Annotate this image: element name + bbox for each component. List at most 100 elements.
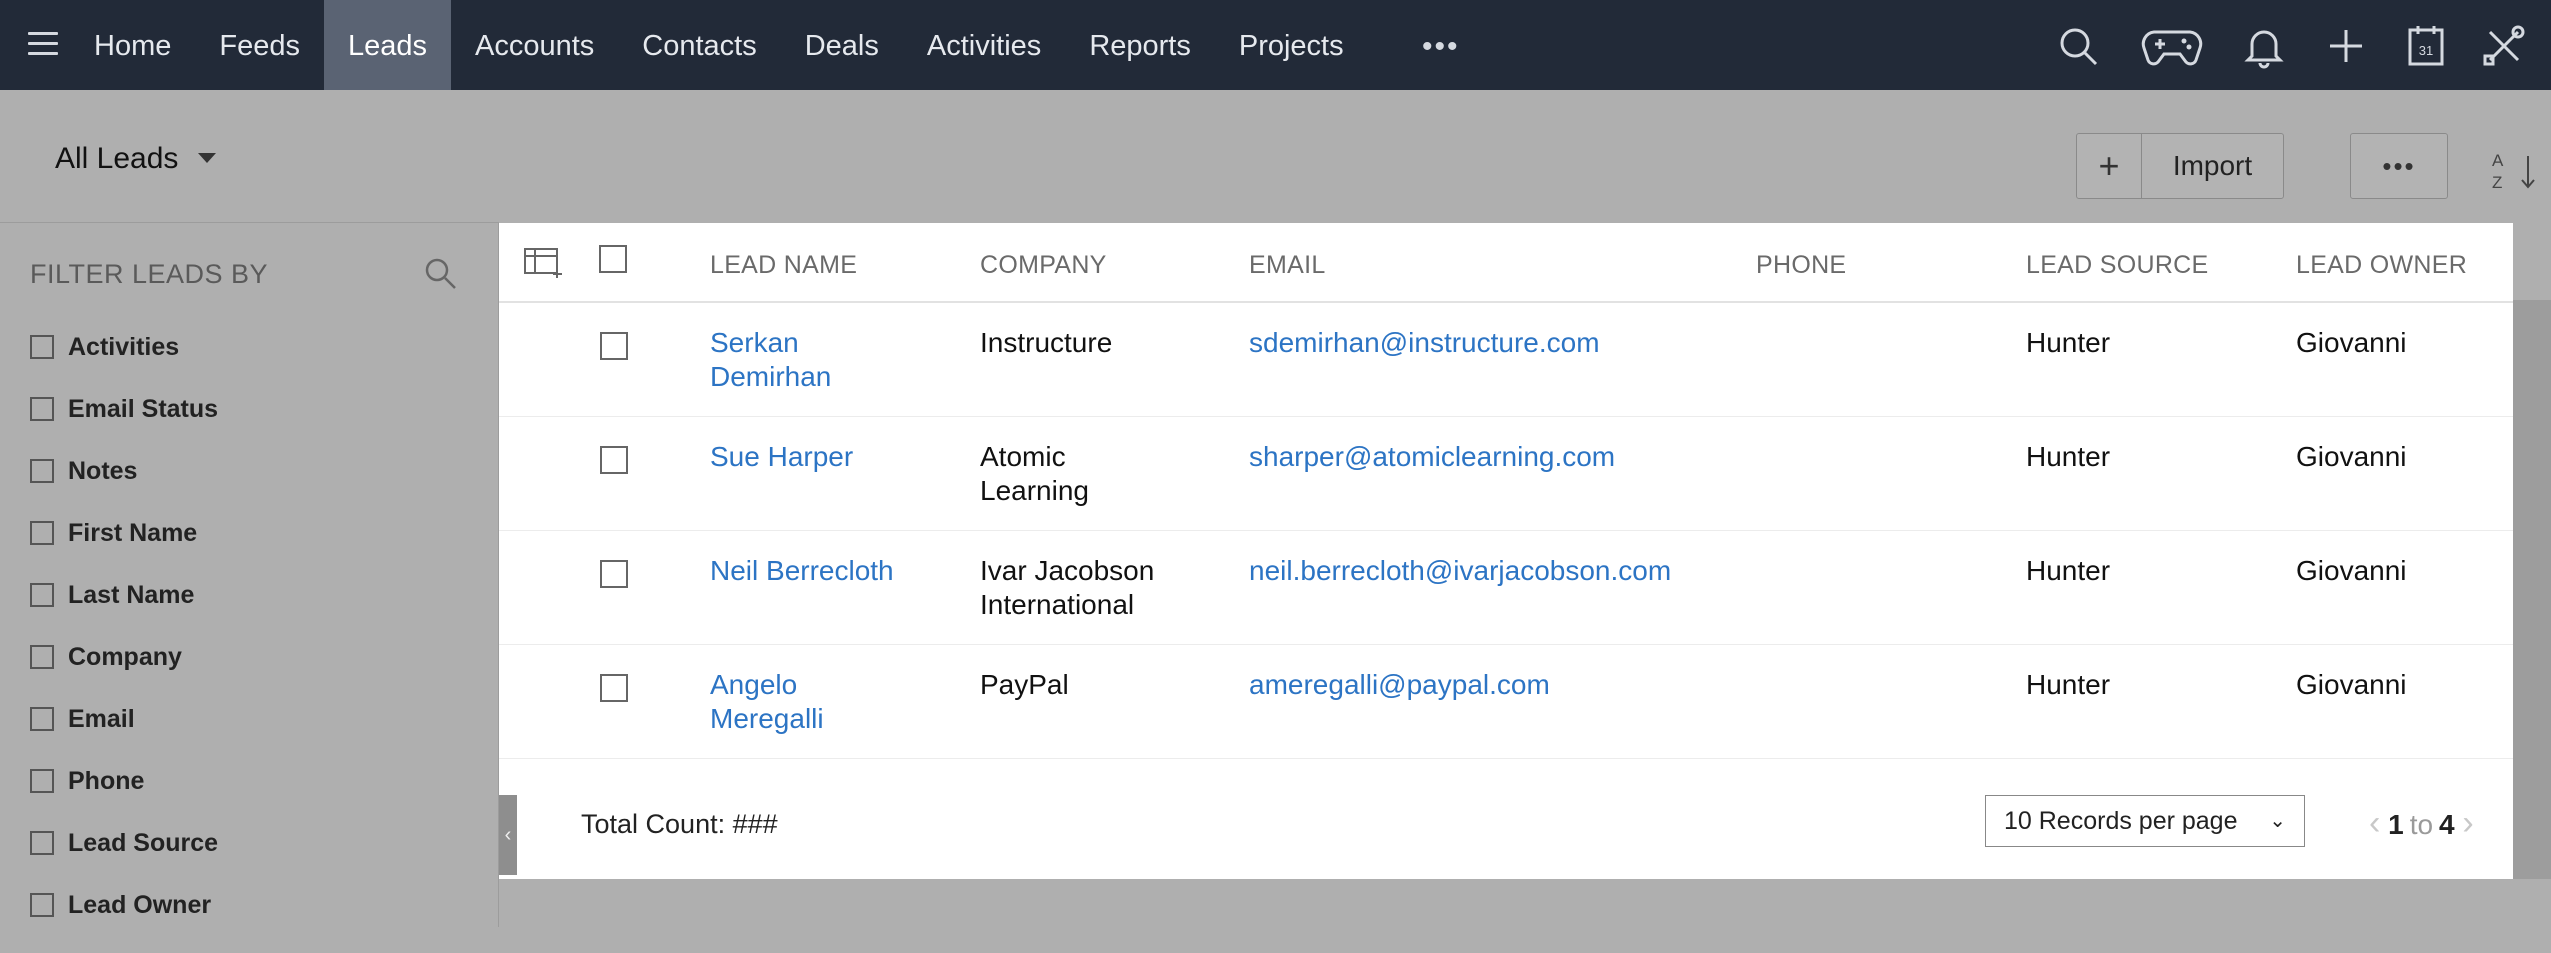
filter-item[interactable]: Notes	[30, 457, 218, 519]
next-page-icon[interactable]: ›	[2462, 804, 2473, 842]
select-all-checkbox[interactable]	[599, 245, 627, 273]
filter-item[interactable]: Last Name	[30, 581, 218, 643]
scroll-gutter	[2513, 300, 2551, 879]
create-lead-button[interactable]: +	[2077, 134, 2142, 198]
filter-checkbox[interactable]	[30, 769, 54, 793]
records-per-page-value: 10 Records per page	[2004, 807, 2238, 835]
table-row[interactable]: Neil Berrecloth Ivar Jacobson Internation…	[499, 530, 2513, 645]
lead-name-link[interactable]: Angelo Meregalli	[710, 668, 824, 736]
lead-owner-cell: Giovanni	[2296, 555, 2407, 586]
company-cell: PayPal	[980, 669, 1069, 700]
search-icon[interactable]	[2054, 22, 2102, 70]
page-from: 1	[2388, 808, 2404, 840]
row-checkbox[interactable]	[600, 332, 628, 360]
view-selector[interactable]: All Leads	[55, 142, 217, 176]
filter-label: Company	[68, 643, 182, 671]
top-navbar: Home Feeds Leads Accounts Contacts Deals…	[0, 0, 2551, 90]
prev-page-icon[interactable]: ‹	[2369, 804, 2380, 842]
email-link[interactable]: sharper@atomiclearning.com	[1249, 440, 1615, 474]
filter-title: FILTER LEADS BY	[30, 259, 269, 289]
filter-sidebar: FILTER LEADS BY Activities Email Status …	[0, 222, 499, 927]
lead-source-cell: Hunter	[2026, 555, 2111, 586]
column-header-lead-name[interactable]: LEAD NAME	[710, 251, 857, 280]
bell-icon[interactable]	[2240, 22, 2288, 70]
lead-source-cell: Hunter	[2026, 441, 2111, 472]
tab-deals[interactable]: Deals	[781, 0, 903, 90]
calendar-day: 31	[2419, 43, 2433, 58]
filter-checkbox[interactable]	[30, 335, 54, 359]
tab-accounts[interactable]: Accounts	[451, 0, 618, 90]
filter-item[interactable]: Phone	[30, 767, 218, 829]
filter-item[interactable]: Email Status	[30, 395, 218, 457]
tab-leads[interactable]: Leads	[323, 0, 451, 90]
filter-checkbox[interactable]	[30, 521, 54, 545]
tab-reports[interactable]: Reports	[1065, 0, 1215, 90]
table-row[interactable]: Angelo Meregalli PayPal ameregalli@paypal…	[499, 644, 2513, 759]
hamburger-menu-icon[interactable]	[28, 32, 58, 58]
filter-label: Email	[68, 705, 135, 733]
svg-text:Z: Z	[2492, 173, 2502, 192]
column-header-company[interactable]: COMPANY	[980, 251, 1107, 280]
column-header-phone[interactable]: PHONE	[1756, 251, 1846, 280]
email-link[interactable]: ameregalli@paypal.com	[1249, 668, 1550, 702]
email-link[interactable]: neil.berrecloth@ivarjacobson.com	[1249, 554, 1671, 588]
company-cell: Instructure	[980, 327, 1113, 358]
column-header-lead-owner[interactable]: LEAD OWNER	[2296, 251, 2467, 280]
list-toolbar: All Leads + Import ••• AZ	[0, 90, 2551, 222]
table-footer: ‹ Total Count: ### 10 Records per page ⌄…	[499, 771, 2513, 879]
row-checkbox[interactable]	[600, 560, 628, 588]
filter-checkbox[interactable]	[30, 831, 54, 855]
lead-owner-cell: Giovanni	[2296, 327, 2407, 358]
chevron-left-icon[interactable]: ‹	[499, 795, 517, 875]
calendar-icon[interactable]: 31	[2402, 22, 2450, 70]
filter-item[interactable]: Email	[30, 705, 218, 767]
column-header-email[interactable]: EMAIL	[1249, 251, 1326, 280]
sort-az-icon[interactable]: AZ	[2490, 148, 2540, 194]
tab-feeds[interactable]: Feeds	[195, 0, 324, 90]
tab-contacts[interactable]: Contacts	[618, 0, 780, 90]
tab-activities[interactable]: Activities	[903, 0, 1065, 90]
table-header: LEAD NAME COMPANY EMAIL PHONE LEAD SOURC…	[499, 223, 2513, 303]
lead-name-link[interactable]: Sue Harper	[710, 440, 853, 474]
filter-item[interactable]: First Name	[30, 519, 218, 581]
filter-checkbox[interactable]	[30, 397, 54, 421]
more-tabs-button[interactable]: •••	[1422, 30, 1460, 64]
more-actions-button[interactable]: •••	[2350, 133, 2448, 199]
view-selector-label: All Leads	[55, 142, 179, 175]
plus-icon[interactable]	[2322, 22, 2370, 70]
row-checkbox[interactable]	[600, 674, 628, 702]
pagination: ‹ 1 to 4 ›	[2369, 804, 2474, 846]
tools-icon[interactable]	[2480, 22, 2528, 70]
import-button[interactable]: Import	[2142, 134, 2283, 198]
lead-name-link[interactable]: Serkan Demirhan	[710, 326, 831, 394]
filter-list: Activities Email Status Notes First Name…	[30, 333, 218, 953]
lead-owner-cell: Giovanni	[2296, 669, 2407, 700]
filter-checkbox[interactable]	[30, 893, 54, 917]
column-settings-icon[interactable]	[523, 245, 563, 279]
filter-item[interactable]: Lead Owner	[30, 891, 218, 953]
records-per-page-select[interactable]: 10 Records per page ⌄	[1985, 795, 2305, 847]
search-icon[interactable]	[422, 255, 458, 291]
lead-name-link[interactable]: Neil Berrecloth	[710, 554, 894, 588]
tab-projects[interactable]: Projects	[1215, 0, 1368, 90]
filter-checkbox[interactable]	[30, 583, 54, 607]
company-cell: Ivar Jacobson International	[980, 555, 1155, 620]
lead-owner-cell: Giovanni	[2296, 441, 2407, 472]
filter-item[interactable]: Lead Source	[30, 829, 218, 891]
email-link[interactable]: sdemirhan@instructure.com	[1249, 326, 1600, 360]
company-cell: Atomic Learning	[980, 441, 1089, 506]
filter-label: Phone	[68, 767, 145, 795]
filter-item[interactable]: Activities	[30, 333, 218, 395]
filter-checkbox[interactable]	[30, 645, 54, 669]
gamepad-icon[interactable]	[2140, 22, 2204, 70]
tab-home[interactable]: Home	[70, 0, 195, 90]
chevron-down-icon: ⌄	[2269, 810, 2286, 832]
column-header-lead-source[interactable]: LEAD SOURCE	[2026, 251, 2209, 280]
chevron-down-icon	[198, 153, 217, 164]
filter-item[interactable]: Company	[30, 643, 218, 705]
filter-checkbox[interactable]	[30, 459, 54, 483]
row-checkbox[interactable]	[600, 446, 628, 474]
filter-checkbox[interactable]	[30, 707, 54, 731]
table-row[interactable]: Sue Harper Atomic Learning sharper@atomic…	[499, 416, 2513, 531]
table-row[interactable]: Serkan Demirhan Instructure sdemirhan@ins…	[499, 302, 2513, 417]
